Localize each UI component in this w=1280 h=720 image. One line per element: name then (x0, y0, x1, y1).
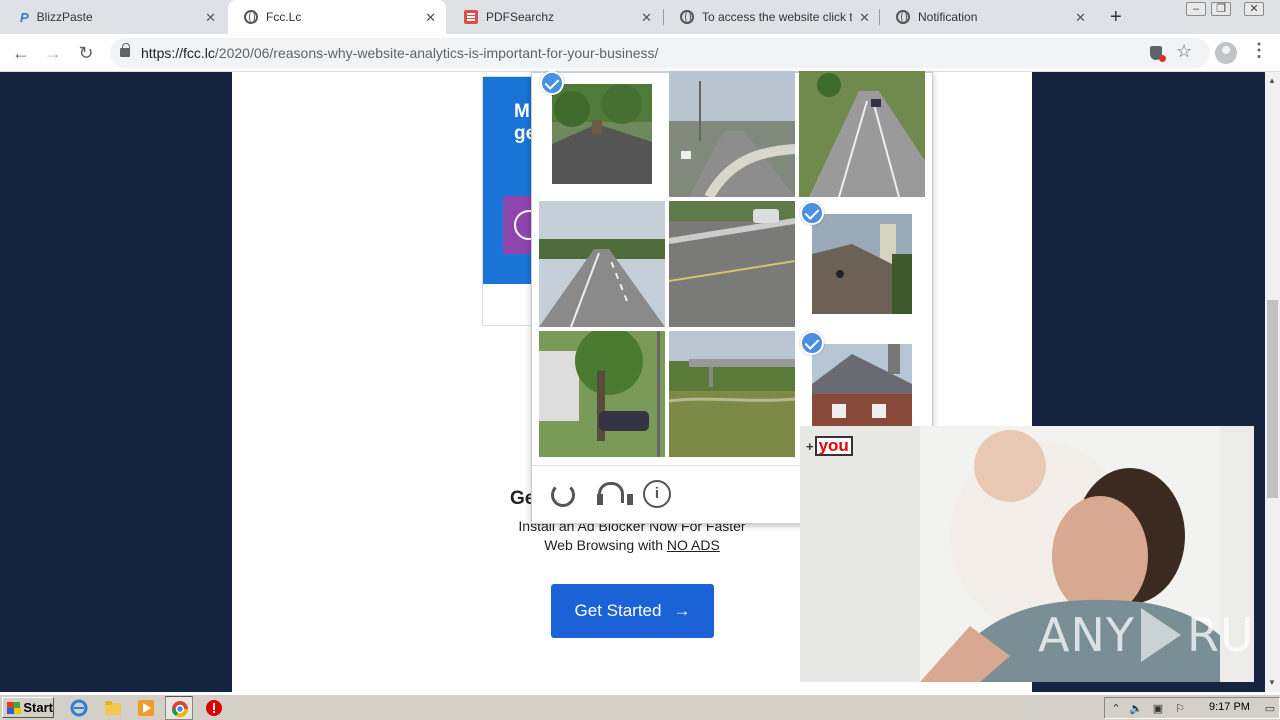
reload-button[interactable]: ↻ (73, 40, 99, 66)
menu-kebab-icon[interactable]: ⋮ (1250, 40, 1268, 61)
tab-title: Notification (918, 10, 978, 24)
captcha-tile-3[interactable] (799, 71, 925, 197)
pdf-icon (464, 10, 478, 24)
close-icon[interactable]: ✕ (641, 10, 652, 26)
system-tray: ⌃ 🔈 ▣ ⚐ 9:17 PM ▭ (1104, 697, 1280, 719)
close-icon[interactable]: ✕ (205, 10, 216, 26)
chrome-icon (171, 701, 189, 718)
globe-icon (244, 10, 258, 24)
captcha-tile-1[interactable] (539, 71, 665, 197)
windows-logo-icon (7, 701, 22, 714)
bookmark-star-icon[interactable]: ☆ (1176, 41, 1192, 62)
p-logo-icon: P (20, 9, 29, 25)
close-window-button[interactable]: ✕ (1244, 2, 1264, 16)
tab-title: To access the website click the (702, 10, 852, 24)
get-started-label: Get Started (574, 601, 662, 620)
tab-title: PDFSearchz (486, 10, 555, 24)
start-label: Start (23, 700, 53, 715)
captcha-tile-4[interactable] (539, 201, 665, 327)
volume-icon[interactable]: 🔈 (1129, 702, 1143, 715)
play-triangle-icon (1140, 608, 1181, 662)
windows-taskbar: Start ⌃ 🔈 ▣ ⚐ 9:17 PM ▭ (0, 694, 1280, 720)
highway-guardrail-image (669, 201, 795, 327)
globe-icon (680, 10, 694, 24)
roof-house-image (552, 84, 652, 184)
selected-check-icon (800, 201, 824, 225)
lock-icon (120, 43, 130, 57)
show-desktop-icon[interactable]: ▭ (1263, 702, 1277, 715)
close-icon[interactable]: ✕ (859, 10, 870, 26)
selected-check-icon (540, 71, 564, 95)
tab-access-website[interactable]: To access the website click the ✕ (664, 0, 880, 34)
headphones-icon[interactable] (595, 480, 633, 508)
stop-alert-icon[interactable] (205, 699, 223, 717)
bridge-grass-image (669, 331, 795, 457)
tray-expand-icon[interactable]: ⌃ (1109, 702, 1123, 715)
no-ads-link[interactable]: NO ADS (667, 537, 720, 553)
flag-icon[interactable]: ⚐ (1173, 702, 1187, 715)
clock[interactable]: 9:17 PM (1209, 701, 1250, 713)
new-tab-button[interactable]: + (1110, 6, 1122, 29)
scroll-thumb[interactable] (1267, 300, 1278, 498)
tab-notification[interactable]: Notification ✕ (880, 0, 1096, 34)
banner-ad-button[interactable] (503, 196, 544, 254)
get-started-button[interactable]: Get Started → (551, 584, 714, 638)
url-text[interactable]: https://fcc.lc/2020/06/reasons-why-websi… (141, 45, 658, 61)
captcha-tile-2[interactable] (669, 71, 795, 197)
video-ad-overlay[interactable]: + you ANY RUN (800, 426, 1254, 682)
arrow-right-icon: → (673, 601, 691, 620)
watermark-left: ANY (1038, 608, 1135, 662)
brand-text: you (814, 436, 853, 456)
tab-blizzpaste[interactable]: P BlizzPaste ✕ (4, 0, 226, 34)
road-lane-image (539, 201, 665, 327)
tab-pdfsearchz[interactable]: PDFSearchz ✕ (448, 0, 662, 34)
captcha-tile-7[interactable] (539, 331, 665, 457)
adblock-line-2: Web Browsing with (544, 537, 663, 553)
close-icon[interactable]: ✕ (425, 10, 436, 26)
tree-garage-image (539, 331, 665, 457)
minimize-button[interactable]: – (1186, 2, 1206, 16)
you-brand-logo: + you (806, 436, 853, 456)
media-player-icon[interactable] (137, 699, 155, 717)
url-path: /2020/06/reasons-why-website-analytics-i… (214, 45, 659, 61)
back-button[interactable]: ← (8, 40, 34, 66)
captcha-tile-5[interactable] (669, 201, 795, 327)
info-icon[interactable]: i (643, 480, 671, 508)
tab-title: Fcc.Lc (266, 10, 302, 24)
scroll-up-icon[interactable]: ▲ (1268, 76, 1276, 85)
chrome-taskbar-button[interactable] (165, 696, 193, 720)
watermark-right: RUN (1186, 608, 1254, 662)
url-host: https://fcc.lc (141, 45, 215, 61)
folder-icon[interactable] (104, 699, 122, 717)
road-lane-markings-image (799, 71, 925, 197)
browser-toolbar: ← → ↻ https://fcc.lc/2020/06/reasons-why… (0, 34, 1280, 72)
internet-explorer-icon[interactable] (70, 699, 88, 717)
house-chimney-image (812, 214, 912, 314)
highway-overpass-image (669, 71, 795, 197)
start-button[interactable]: Start (2, 697, 54, 718)
brand-plus: + (806, 438, 814, 454)
page-scrollbar[interactable]: ▲ ▼ (1265, 72, 1280, 692)
globe-icon (896, 10, 910, 24)
captcha-tile-6[interactable] (799, 201, 925, 327)
close-icon[interactable]: ✕ (1075, 10, 1086, 26)
anyrun-watermark: ANY RUN (1038, 608, 1254, 662)
selected-check-icon (800, 331, 824, 355)
maximize-button[interactable]: ❐ (1211, 2, 1231, 16)
forward-button[interactable]: → (40, 40, 66, 66)
tab-fcc[interactable]: Fcc.Lc ✕ (228, 0, 446, 34)
blocked-shield-icon[interactable] (1150, 46, 1166, 62)
profile-avatar[interactable] (1215, 42, 1237, 64)
scroll-down-icon[interactable]: ▼ (1268, 678, 1276, 687)
tab-title: BlizzPaste (36, 10, 93, 24)
tab-strip: P BlizzPaste ✕ Fcc.Lc ✕ PDFSearchz ✕ To … (0, 0, 1280, 34)
captcha-tile-8[interactable] (669, 331, 795, 457)
reload-icon[interactable] (548, 480, 576, 508)
network-icon[interactable]: ▣ (1151, 702, 1165, 715)
address-bar[interactable]: https://fcc.lc/2020/06/reasons-why-websi… (110, 38, 1210, 68)
